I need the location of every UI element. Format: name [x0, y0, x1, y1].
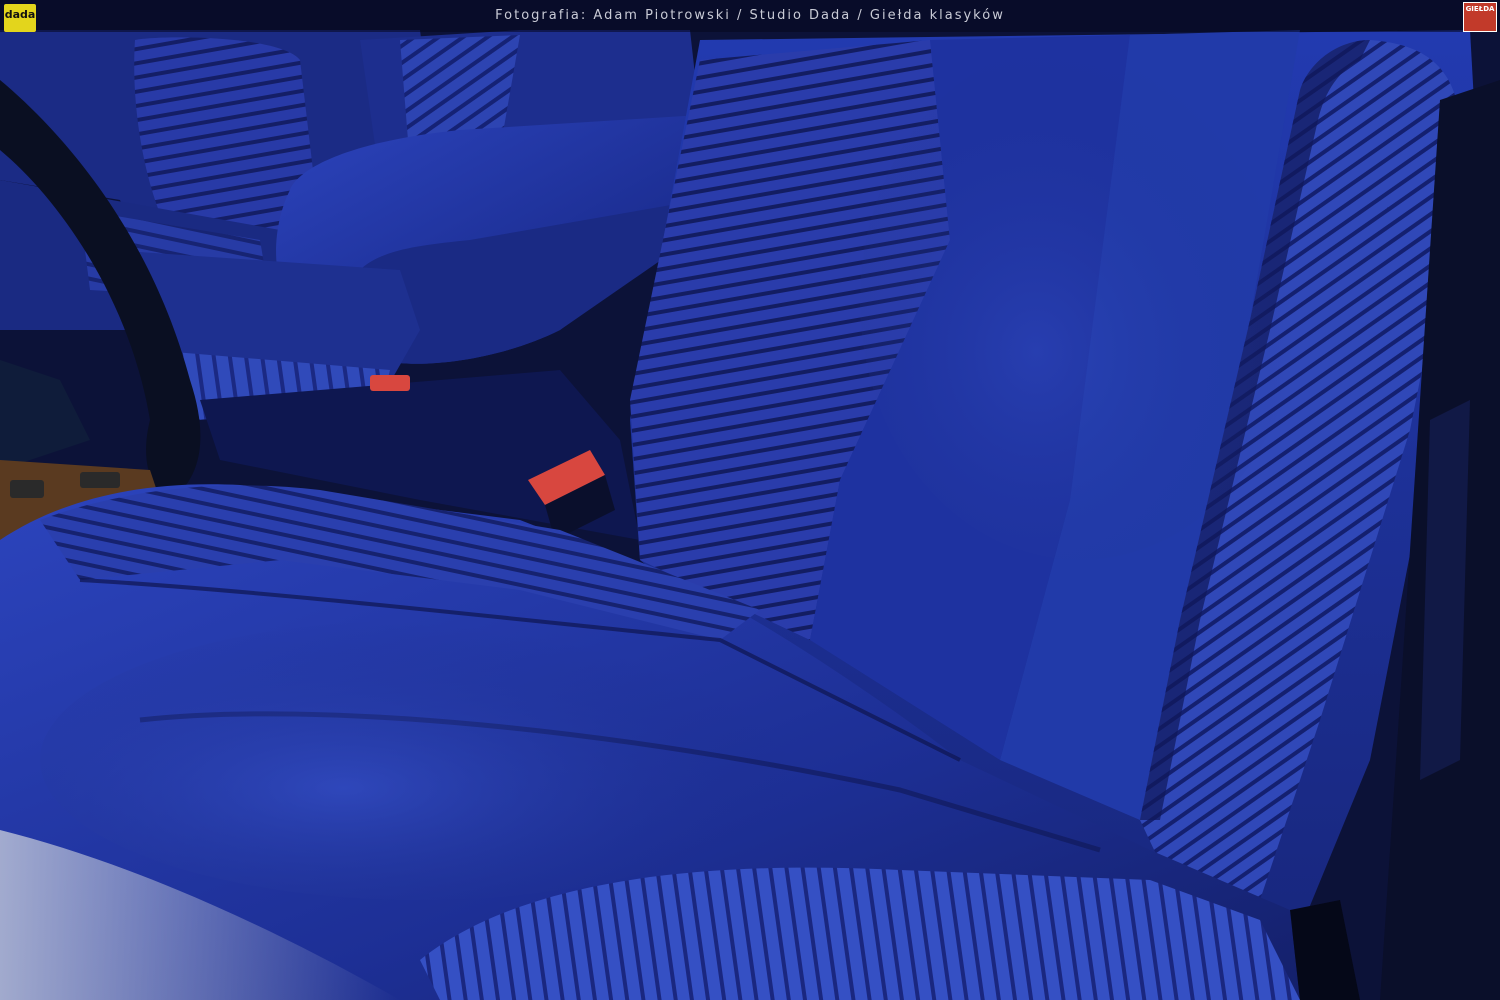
- dada-logo: dada: [4, 4, 36, 32]
- seatbelt-buckle-small: [370, 375, 410, 391]
- gielda-logo: GIEŁDA: [1463, 2, 1497, 32]
- photo-credit: Fotografia: Adam Piotrowski / Studio Dad…: [495, 8, 1005, 23]
- gielda-logo-text: GIEŁDA: [1465, 5, 1495, 13]
- car-seats-scene: [0, 0, 1500, 1000]
- car-interior-photo: Fotografia: Adam Piotrowski / Studio Dad…: [0, 0, 1500, 1000]
- dada-logo-text: dada: [4, 8, 36, 21]
